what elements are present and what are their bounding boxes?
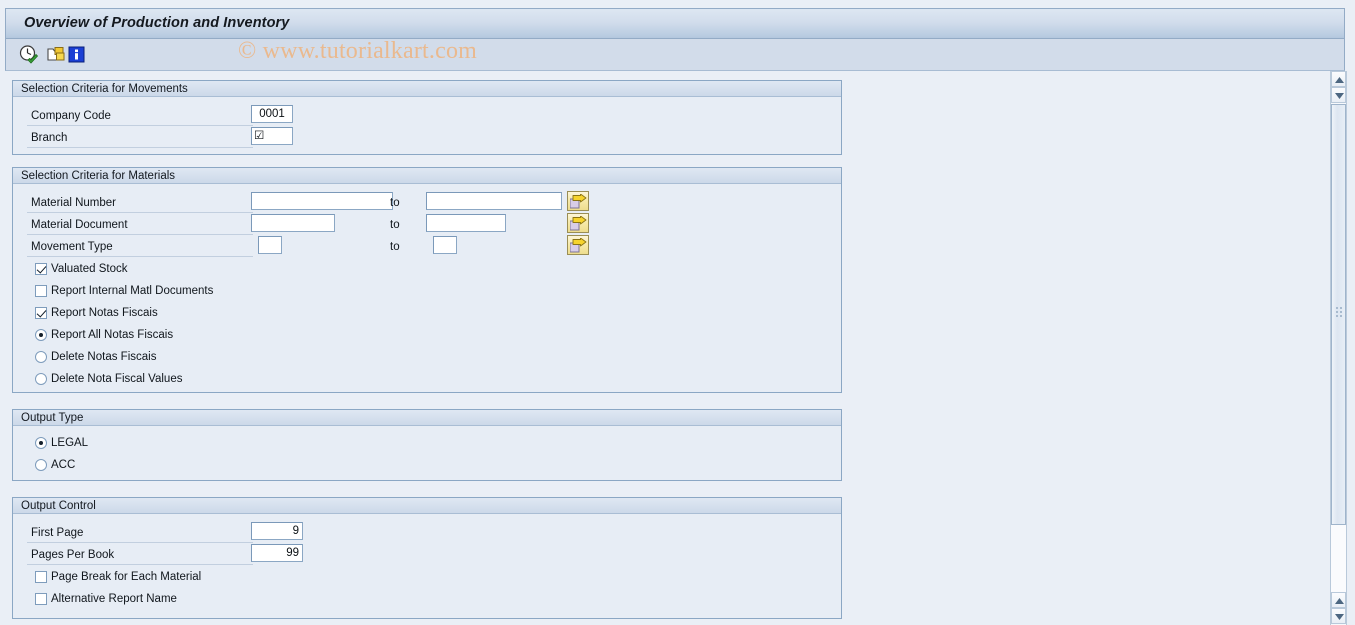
company-code-field[interactable]: 0001 [251,105,293,123]
option-output-type-legal[interactable]: LEGAL [35,433,88,453]
material-number-label: Material Number [31,197,116,209]
range-to-label: to [390,241,400,253]
page-break-for-each-material-checkbox[interactable] [35,571,47,583]
valuated-stock-checkbox[interactable] [35,263,47,275]
info-icon[interactable] [66,44,87,65]
material-document-to-input[interactable] [426,214,506,232]
pages-per-book-input[interactable]: 99 [251,544,303,562]
material-document-label: Material Document [31,219,128,231]
material-number-multiple-selection-button[interactable] [567,191,589,211]
delete-nota-fiscal-values-radio[interactable] [35,373,47,385]
range-to-label: to [390,219,400,231]
option-label: Delete Nota Fiscal Values [51,373,183,385]
report-all-notas-fiscais-radio[interactable] [35,329,47,341]
field-row-branch: Branch ☑ [13,127,841,149]
scroll-page-up-button[interactable] [1331,592,1346,608]
first-page-label: First Page [31,527,84,539]
field-row-movement-type: Movement Type to [13,235,841,258]
option-label: Report Internal Matl Documents [51,285,214,297]
group-title: Selection Criteria for Materials [21,170,176,182]
group-selection-criteria-movements: Selection Criteria for Movements Company… [12,80,842,155]
group-output-control: Output Control First Page 9 Pages Per Bo… [12,497,842,619]
field-row-first-page: First Page 9 [13,522,841,544]
option-label: Valuated Stock [51,263,128,275]
scrollbar-grip [1336,307,1343,317]
material-number-from-input[interactable] [251,192,393,210]
group-selection-criteria-materials: Selection Criteria for Materials Materia… [12,167,842,393]
scroll-up-button[interactable] [1331,71,1346,87]
option-report-internal-matl-documents[interactable]: Report Internal Matl Documents [35,281,213,301]
company-code-label: Company Code [31,110,111,122]
sap-transaction-screen: Overview of Production and Inventory © w… [0,0,1355,625]
branch-field[interactable]: ☑ [251,127,293,145]
material-document-from-input[interactable] [251,214,335,232]
option-page-break-for-each-material[interactable]: Page Break for Each Material [35,567,201,587]
option-label: Alternative Report Name [51,593,177,605]
pages-per-book-label: Pages Per Book [31,549,115,561]
report-internal-matl-documents-checkbox[interactable] [35,285,47,297]
option-label: Report All Notas Fiscais [51,329,174,341]
option-label: ACC [51,459,76,471]
group-title: Output Control [21,500,96,512]
movement-type-to-input[interactable] [433,236,457,254]
report-notas-fiscais-checkbox[interactable] [35,307,47,319]
field-row-company-code: Company Code 0001 [13,105,841,127]
material-number-to-input[interactable] [426,192,562,210]
application-toolbar [5,39,1345,71]
group-header: Output Type [13,410,841,426]
option-report-notas-fiscais[interactable]: Report Notas Fiscais [35,303,158,323]
group-header: Selection Criteria for Materials [13,168,841,184]
vertical-scrollbar[interactable] [1330,71,1347,625]
group-output-type: Output Type LEGAL ACC [12,409,842,481]
option-alternative-report-name[interactable]: Alternative Report Name [35,589,177,609]
option-label: Delete Notas Fiscais [51,351,157,363]
range-to-label: to [390,197,400,209]
option-output-type-acc[interactable]: ACC [35,455,75,475]
option-delete-nota-fiscal-values[interactable]: Delete Nota Fiscal Values [35,369,182,389]
output-type-acc-radio[interactable] [35,459,47,471]
option-label: Page Break for Each Material [51,571,202,583]
scrollbar-thumb[interactable] [1331,104,1346,525]
alternative-report-name-checkbox[interactable] [35,593,47,605]
group-title: Selection Criteria for Movements [21,83,188,95]
option-delete-notas-fiscais[interactable]: Delete Notas Fiscais [35,347,156,367]
movement-type-multiple-selection-button[interactable] [567,235,589,255]
group-header: Selection Criteria for Movements [13,81,841,97]
scrollbar-track-lower[interactable] [1331,525,1346,592]
field-row-material-document: Material Document to [13,213,841,236]
selection-screen-content: Selection Criteria for Movements Company… [5,71,1322,625]
delete-notas-fiscais-radio[interactable] [35,351,47,363]
execute-icon[interactable] [18,44,39,65]
movement-type-label: Movement Type [31,241,113,253]
scroll-down-button[interactable] [1331,87,1346,103]
output-type-legal-radio[interactable] [35,437,47,449]
option-label: LEGAL [51,437,89,449]
option-valuated-stock[interactable]: Valuated Stock [35,259,128,279]
field-row-pages-per-book: Pages Per Book 99 [13,544,841,566]
group-title: Output Type [21,412,84,424]
movement-type-from-input[interactable] [258,236,282,254]
material-document-multiple-selection-button[interactable] [567,213,589,233]
field-row-material-number: Material Number to [13,191,841,214]
first-page-input[interactable]: 9 [251,522,303,540]
scroll-page-down-button[interactable] [1331,608,1346,624]
option-report-all-notas-fiscais[interactable]: Report All Notas Fiscais [35,325,173,345]
page-title: Overview of Production and Inventory [24,15,290,31]
multiple-selection-icon[interactable] [46,44,67,65]
option-label: Report Notas Fiscais [51,307,158,319]
group-header: Output Control [13,498,841,514]
window-title-bar: Overview of Production and Inventory [5,8,1345,39]
branch-label: Branch [31,132,68,144]
